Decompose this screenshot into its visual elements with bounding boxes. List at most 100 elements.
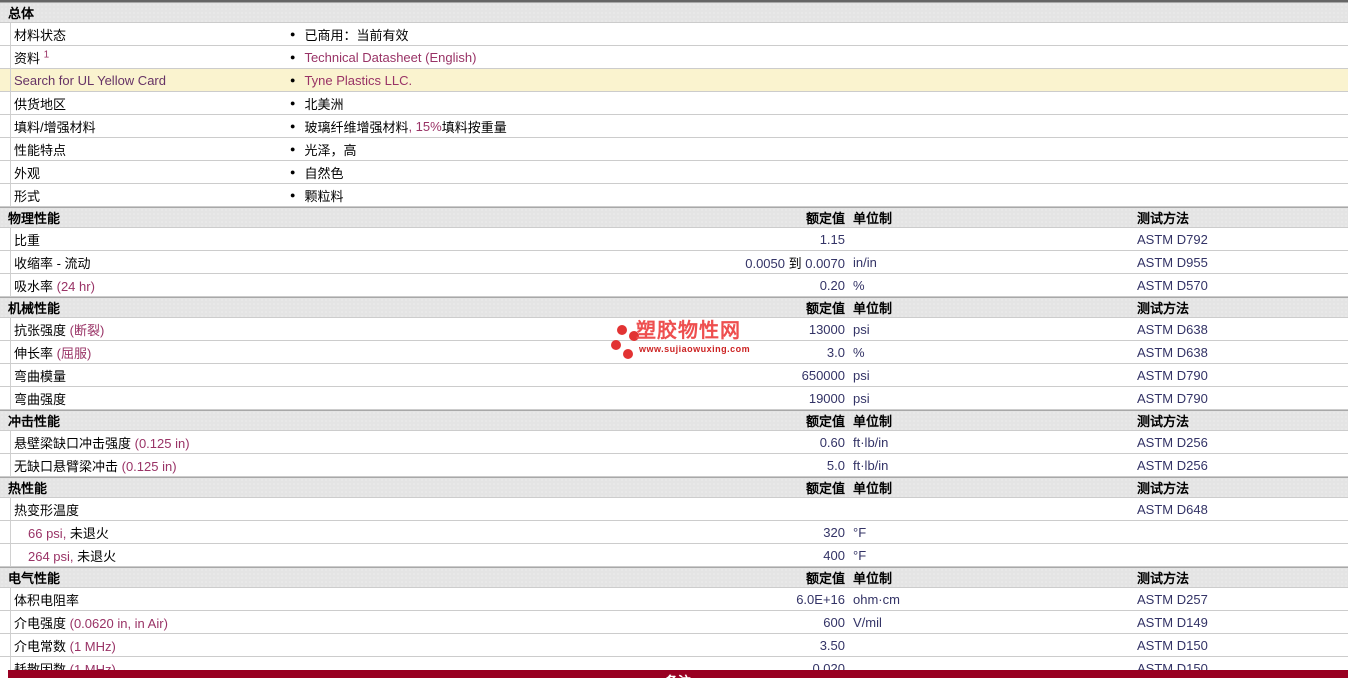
property-row: 弯曲强度 19000 psi ASTM D790 bbox=[0, 387, 1348, 410]
name-text: 伸长率 bbox=[14, 345, 57, 361]
property-row: 介电强度 (0.0620 in, in Air) 600 V/mil ASTM D14… bbox=[0, 611, 1348, 634]
column-header-unit: 单位制 bbox=[853, 571, 893, 586]
value-text: 0.60 bbox=[819, 434, 845, 450]
value-text: 北美洲 bbox=[304, 96, 344, 112]
property-row: 264 psi, 未退火 400 °F bbox=[0, 544, 1348, 567]
property-method: ASTM D256 bbox=[1137, 457, 1208, 473]
property-unit: ft·lb/in bbox=[853, 457, 889, 473]
general-row-label: 性能特点 bbox=[0, 140, 290, 159]
general-row-value: ● 光泽，高 bbox=[290, 140, 1348, 159]
column-header-value: 额定值 bbox=[805, 301, 845, 316]
footer-bar: 备注 bbox=[8, 670, 1348, 678]
property-name: 无缺口悬臂梁冲击 (0.125 in) bbox=[0, 456, 690, 475]
name-text: 比重 bbox=[14, 232, 41, 248]
name-text: 无缺口悬臂梁冲击 bbox=[14, 458, 122, 474]
section-header: 机械性能 额定值 单位制 测试方法 bbox=[0, 297, 1348, 318]
column-header-method: 测试方法 bbox=[1137, 211, 1190, 226]
property-row: 抗张强度 (断裂) 13000 psi ASTM D638 bbox=[0, 318, 1348, 341]
property-row: 介电常数 (1 MHz) 3.50 ASTM D150 bbox=[0, 634, 1348, 657]
value-text: 13000 bbox=[808, 321, 845, 337]
property-unit: % bbox=[853, 344, 865, 360]
section-title: 冲击性能 bbox=[8, 414, 61, 429]
name-text: (24 hr) bbox=[56, 278, 95, 294]
technical-datasheet-link[interactable]: Technical Datasheet (English) bbox=[304, 50, 476, 65]
property-row: 66 psi, 未退火 320 °F bbox=[0, 521, 1348, 544]
property-method: ASTM D638 bbox=[1137, 344, 1208, 360]
column-header-value: 额定值 bbox=[805, 571, 845, 586]
label-text: 供货地区 bbox=[14, 96, 67, 112]
column-header-value: 额定值 bbox=[805, 414, 845, 429]
section-title: 总体 bbox=[8, 6, 35, 21]
name-text: 未退火 bbox=[66, 525, 109, 541]
property-value: 5.0 bbox=[690, 458, 845, 473]
property-name: 伸长率 (屈服) bbox=[0, 343, 690, 362]
property-method: ASTM D256 bbox=[1137, 434, 1208, 450]
bullet-icon: ● bbox=[290, 189, 296, 200]
supplier-link[interactable]: Tyne Plastics LLC. bbox=[304, 73, 412, 88]
section-header: 电气性能 额定值 单位制 测试方法 bbox=[0, 567, 1348, 588]
property-name: 弯曲强度 bbox=[0, 389, 690, 408]
property-unit: °F bbox=[853, 524, 867, 540]
bullet-icon: ● bbox=[290, 143, 296, 154]
bullet-icon: ● bbox=[290, 120, 296, 131]
property-row: 无缺口悬臂梁冲击 (0.125 in) 5.0 ft·lb/in ASTM D256 bbox=[0, 454, 1348, 477]
general-row: 形式 ● 颗粒料 bbox=[0, 184, 1348, 207]
property-row: 收缩率 - 流动 0.0050 到 0.0070 in/in ASTM D955 bbox=[0, 251, 1348, 274]
column-header-method: 测试方法 bbox=[1137, 571, 1190, 586]
section-title: 热性能 bbox=[8, 481, 48, 496]
name-text: 收缩率 - 流动 bbox=[14, 255, 91, 271]
property-method: ASTM D790 bbox=[1137, 390, 1208, 406]
name-text: 吸水率 bbox=[14, 278, 57, 294]
ul-yellow-card-link[interactable]: Search for UL Yellow Card bbox=[14, 73, 166, 88]
bullet-icon: ● bbox=[290, 97, 296, 108]
property-value: 400 bbox=[690, 548, 845, 563]
name-text: 未退火 bbox=[73, 548, 117, 564]
property-method: ASTM D257 bbox=[1137, 591, 1208, 607]
property-value: 3.0 bbox=[690, 345, 845, 360]
section-title: 物理性能 bbox=[8, 211, 61, 226]
name-text: 264 psi, bbox=[28, 548, 74, 564]
general-row-label: 形式 bbox=[0, 186, 290, 205]
property-value: 0.60 bbox=[690, 435, 845, 450]
value-text: 3.0 bbox=[826, 344, 845, 360]
property-name: 体积电阻率 bbox=[0, 590, 690, 609]
general-row-label: 供货地区 bbox=[0, 94, 290, 113]
general-row-label: 材料状态 bbox=[0, 25, 290, 44]
property-value: 1.15 bbox=[690, 232, 845, 247]
name-text: 介电常数 bbox=[14, 638, 70, 654]
property-row: 弯曲模量 650000 psi ASTM D790 bbox=[0, 364, 1348, 387]
property-method: ASTM D149 bbox=[1137, 614, 1208, 630]
property-name: 收缩率 - 流动 bbox=[0, 253, 690, 272]
property-value: 0.20 bbox=[690, 278, 845, 293]
value-text: 到 bbox=[788, 255, 802, 271]
table-content: 总体 材料状态 ● 已商用：当前有效 资料 1 ● Technical Datasheet … bbox=[0, 2, 1348, 678]
value-text: 0.20 bbox=[819, 277, 845, 293]
property-row: 伸长率 (屈服) 3.0% ASTM D638 bbox=[0, 341, 1348, 364]
value-text: 5.0 bbox=[826, 457, 845, 473]
name-text: 热变形温度 bbox=[14, 502, 80, 518]
name-text: 悬壁梁缺口冲击强度 bbox=[14, 435, 135, 451]
property-unit: psi bbox=[853, 321, 870, 337]
property-value: 320 bbox=[690, 525, 845, 540]
property-unit: psi bbox=[853, 367, 870, 383]
property-value: 0.0050 到 0.0070 bbox=[690, 253, 845, 272]
column-header-method: 测试方法 bbox=[1137, 301, 1190, 316]
property-name: 介电常数 (1 MHz) bbox=[0, 636, 690, 655]
label-text: 外观 bbox=[14, 165, 41, 181]
value-text: 650000 bbox=[801, 367, 845, 383]
general-row: 性能特点 ● 光泽，高 bbox=[0, 138, 1348, 161]
property-unit: ft·lb/in bbox=[853, 434, 889, 450]
property-name: 吸水率 (24 hr) bbox=[0, 276, 690, 295]
property-name: 抗张强度 (断裂) bbox=[0, 320, 690, 339]
name-text: 抗张强度 bbox=[14, 322, 70, 338]
property-value: 3.50 bbox=[690, 638, 845, 653]
value-text: 19000 bbox=[808, 390, 845, 406]
property-value: 600 bbox=[690, 615, 845, 630]
property-name: 264 psi, 未退火 bbox=[0, 546, 690, 565]
property-unit: psi bbox=[853, 390, 870, 406]
bullet-icon: ● bbox=[290, 74, 296, 85]
value-text: 颗粒料 bbox=[304, 188, 344, 204]
property-row: 热变形温度 ASTM D648 bbox=[0, 498, 1348, 521]
name-text: (断裂) bbox=[69, 322, 105, 338]
name-text: 体积电阻率 bbox=[14, 592, 80, 608]
